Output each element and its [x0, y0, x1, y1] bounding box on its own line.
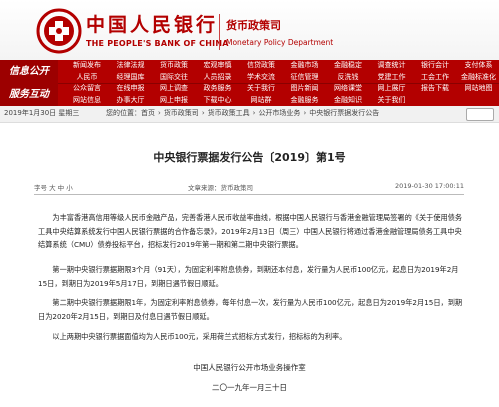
nav-link[interactable]: 网站地图 [456, 83, 499, 94]
breadcrumb-separator: › [158, 109, 161, 117]
breadcrumb-link[interactable]: 公开市场业务 [258, 109, 300, 117]
nav-link[interactable]: 信贷政策 [238, 60, 284, 71]
header-divider [219, 14, 220, 50]
nav-link[interactable]: 银行会计 [412, 60, 458, 71]
nav-link[interactable]: 国际交往 [151, 72, 197, 83]
article-source: 文章来源：货币政策司 [188, 184, 253, 192]
nav-section-label: 服务互动 [0, 83, 58, 106]
nav-section-label: 信息公开 [0, 60, 58, 83]
nav-link[interactable]: 金融稳定 [325, 60, 371, 71]
nav-link[interactable]: 关于我们 [369, 95, 415, 106]
article-paragraph: 为丰富香港高信用等级人民币金融产品，完善香港人民币收益率曲线，根据中国人民银行与… [38, 213, 463, 249]
bank-name-en: THE PEOPLE'S BANK OF CHINA [86, 39, 229, 48]
site-header: 中国人民银行 THE PEOPLE'S BANK OF CHINA 货币政策司 … [0, 0, 499, 60]
nav-link[interactable]: 网上调查 [151, 83, 197, 94]
nav-link[interactable]: 网上展厅 [369, 83, 415, 94]
nav-link[interactable]: 金融知识 [325, 95, 371, 106]
nav-link[interactable]: 人民币 [64, 72, 110, 83]
dept-name-en: Monetary Policy Department [226, 38, 334, 47]
nav-link[interactable]: 公众留言 [64, 83, 110, 94]
breadcrumb-separator: › [252, 109, 256, 117]
nav-link[interactable]: 工会工作 [412, 72, 458, 83]
nav-row-info: 信息公开 新闻发布 法律法规 货币政策 宏观审慎 信贷政策 金融市场 金融稳定 调查统计 银行会… [0, 60, 499, 84]
breadcrumb-bar: 2019年1月30日 星期三 您的位置：首页 › 货币政策司 › 货币政策工具 › 公开市场… [0, 106, 499, 123]
nav-cells: 公众留言 在线申报 网上调查 政务服务 关于我行 图片新闻 网络课堂 网上展厅 报告下载 网站地图… [64, 83, 499, 106]
nav-link[interactable]: 反洗钱 [325, 72, 371, 83]
nav-link[interactable]: 经理国库 [108, 72, 154, 83]
article-paragraph: 第二期中央银行票据期限1年，为固定利率附息债券，每年付息一次，发行量为人民币10… [38, 298, 463, 321]
nav-link[interactable]: 网络课堂 [325, 83, 371, 94]
nav-link[interactable]: 网上申报 [151, 95, 197, 106]
main-nav: 信息公开 新闻发布 法律法规 货币政策 宏观审慎 信贷政策 金融市场 金融稳定 调查统计 银行会… [0, 60, 499, 106]
nav-link[interactable]: 宏观审慎 [195, 60, 241, 71]
article-paragraph: 以上两期中央银行票据面值均为人民币100元，采用荷兰式招标方式发行，招标标的为利… [52, 332, 347, 341]
nav-link[interactable]: 学术交流 [238, 72, 284, 83]
nav-link[interactable]: 人员招录 [195, 72, 241, 83]
nav-link[interactable]: 货币政策 [151, 60, 197, 71]
pboc-logo-icon[interactable] [36, 8, 82, 54]
nav-link[interactable]: 政务服务 [195, 83, 241, 94]
nav-link[interactable]: 金融服务 [282, 95, 328, 106]
breadcrumb-link[interactable]: 货币政策司 [164, 109, 199, 117]
nav-link[interactable]: 办事大厅 [108, 95, 154, 106]
dept-name-cn: 货币政策司 [226, 19, 281, 32]
nav-link[interactable]: 网站群 [238, 95, 284, 106]
article-paragraph: 第一期中央银行票据期限3个月（91天），为固定利率附息债券，到期还本付息，发行量… [38, 265, 459, 288]
nav-link[interactable]: 调查统计 [369, 60, 415, 71]
breadcrumb-separator: › [303, 109, 307, 117]
breadcrumb: 您的位置：首页 › 货币政策司 › 货币政策工具 › 公开市场业务 › 中央银行票据发行公告 [106, 108, 382, 118]
signature-date: 二〇一九年一月三十日 [212, 383, 287, 392]
signature-org: 中国人民银行公开市场业务操作室 [193, 363, 306, 372]
nav-link[interactable]: 图片新闻 [282, 83, 328, 94]
search-input[interactable] [466, 108, 494, 121]
article-timestamp: 2019-01-30 17:00:11 [394, 182, 464, 190]
nav-link[interactable]: 党建工作 [369, 72, 415, 83]
nav-link[interactable]: 金融标准化 [456, 72, 499, 83]
nav-link[interactable]: 关于我行 [238, 83, 284, 94]
nav-link[interactable]: 网站信息 [64, 95, 110, 106]
breadcrumb-separator: › [201, 109, 205, 117]
breadcrumb-link[interactable]: 您的位置：首页 [106, 109, 155, 117]
article-meta: 字号 大 中 小 文章来源：货币政策司 2019-01-30 17:00:11 [34, 182, 464, 192]
article-title: 中央银行票据发行公告〔2019〕第1号 [153, 151, 346, 164]
nav-link[interactable]: 报告下载 [412, 83, 458, 94]
nav-link[interactable]: 新闻发布 [64, 60, 110, 71]
meta-divider [34, 194, 464, 195]
font-size-switch[interactable]: 字号 大 中 小 [34, 182, 73, 192]
nav-link[interactable]: 在线申报 [108, 83, 154, 94]
nav-link[interactable]: 下载中心 [195, 95, 241, 106]
bank-name-cn: 中国人民银行 [86, 14, 219, 36]
breadcrumb-link[interactable]: 中央银行票据发行公告 [309, 109, 379, 117]
nav-link[interactable]: 征信管理 [282, 72, 328, 83]
nav-link[interactable]: 金融市场 [282, 60, 328, 71]
nav-link[interactable]: 法律法规 [108, 60, 154, 71]
nav-link[interactable]: 支付体系 [456, 60, 499, 71]
nav-row-service: 服务互动 公众留言 在线申报 网上调查 政务服务 关于我行 图片新闻 网络课堂 网上展厅 报告下… [0, 83, 499, 106]
current-date: 2019年1月30日 星期三 [4, 109, 80, 117]
breadcrumb-link[interactable]: 货币政策工具 [208, 109, 250, 117]
nav-cells: 新闻发布 法律法规 货币政策 宏观审慎 信贷政策 金融市场 金融稳定 调查统计 银行会计 支付体系… [64, 60, 499, 83]
